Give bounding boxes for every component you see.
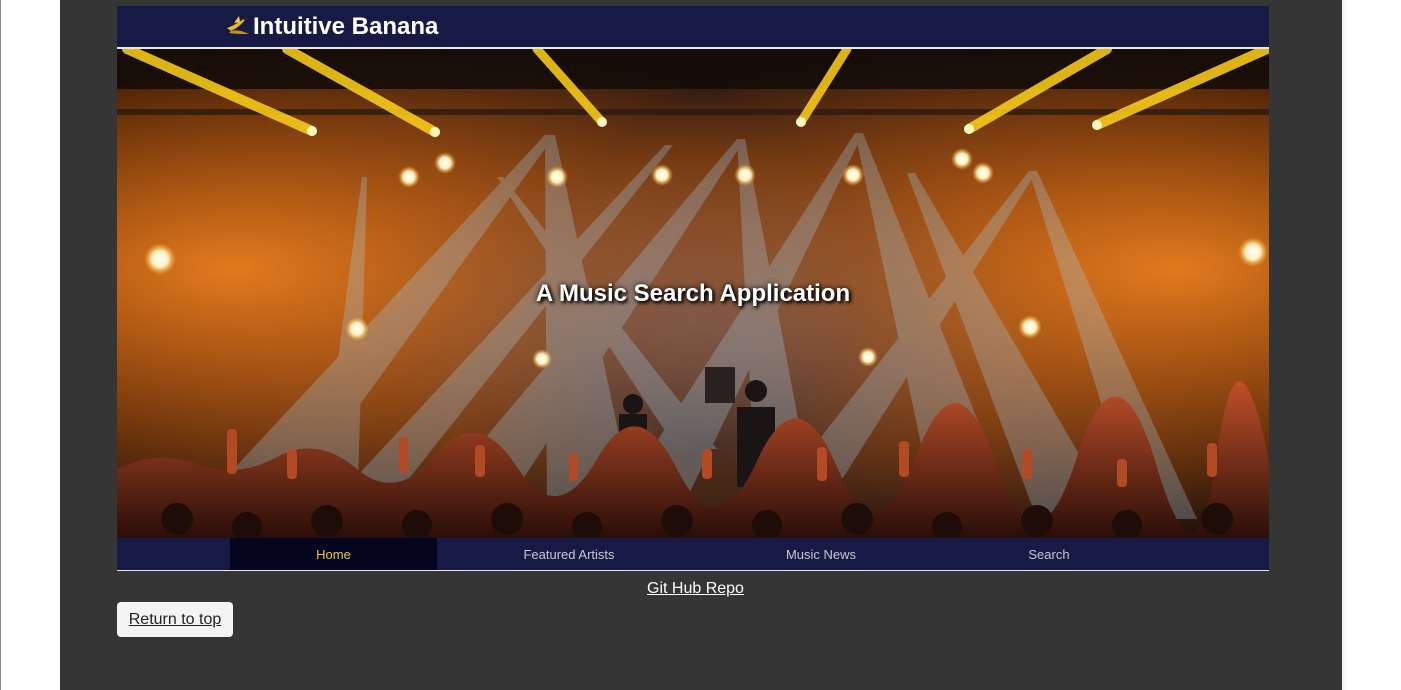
- page-container: Intuitive Banana A Music Search Applicat…: [60, 0, 1342, 690]
- main-nav: Home Featured Artists Music News Search: [117, 538, 1269, 571]
- github-repo-link[interactable]: Git Hub Repo: [647, 580, 744, 598]
- nav-item-home[interactable]: Home: [230, 538, 437, 570]
- nav-item-search[interactable]: Search: [949, 538, 1149, 570]
- window-right-edge: [1342, 0, 1348, 690]
- nav-item-featured-artists[interactable]: Featured Artists: [469, 538, 669, 570]
- hero-tagline: A Music Search Application: [535, 280, 851, 307]
- site-title: Intuitive Banana: [253, 13, 439, 40]
- return-to-top-button[interactable]: Return to top: [117, 602, 233, 637]
- window-edge: [0, 0, 1, 690]
- site-header: Intuitive Banana: [117, 6, 1269, 49]
- nav-item-music-news[interactable]: Music News: [721, 538, 921, 570]
- banana-bird-icon: [225, 14, 251, 38]
- hero-banner: A Music Search Application: [117, 49, 1269, 538]
